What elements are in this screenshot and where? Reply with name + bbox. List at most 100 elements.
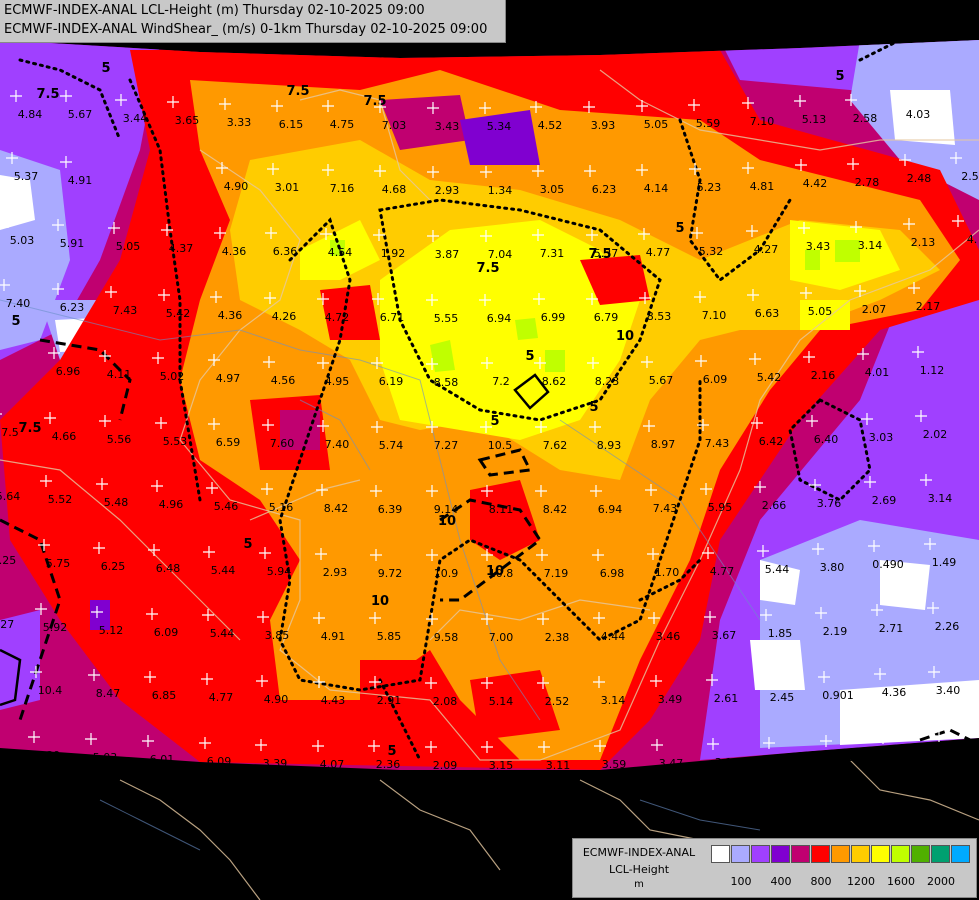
station-value-label: 4.72 <box>325 311 350 324</box>
station-value-label: 3.80 <box>820 561 845 574</box>
station-value-label: 7.2 <box>492 375 510 388</box>
station-value-label: 0.490 <box>872 558 904 571</box>
station-value-label: 5.14 <box>489 695 514 708</box>
station-value-label: 7.10 <box>702 309 727 322</box>
legend-tick-label: 1600 <box>887 875 915 888</box>
station-value-label: 10.5 <box>488 439 513 452</box>
station-value-label: 6.09 <box>207 755 232 768</box>
station-value-label: 4. <box>967 233 978 246</box>
station-value-label: 4.91 <box>321 630 346 643</box>
station-value-label: 5.34 <box>487 120 512 133</box>
station-value-label: 6.59 <box>216 436 241 449</box>
station-value-label: 8.93 <box>597 439 622 452</box>
legend-model: ECMWF-INDEX-ANAL <box>582 846 696 859</box>
station-value-label: 2.38 <box>545 631 570 644</box>
station-value-label: 2.02 <box>923 428 948 441</box>
station-value-label: 3.03 <box>869 431 894 444</box>
title-windshear: ECMWF-INDEX-ANAL WindShear_ (m/s) 0-1km … <box>4 22 488 37</box>
station-value-label: 2.49 <box>885 750 910 763</box>
station-value-label: 3.43 <box>435 120 460 133</box>
station-value-label: 5.03 <box>93 751 118 764</box>
station-value-label: 2.26 <box>935 620 960 633</box>
station-value-label: 3.67 <box>712 629 737 642</box>
station-value-label: 6.85 <box>152 689 177 702</box>
station-value-label: 4.42 <box>803 177 828 190</box>
station-value-label: 5.48 <box>104 496 129 509</box>
station-value-label: 9.58 <box>434 631 459 644</box>
station-value-label: 5.05 <box>644 118 669 131</box>
station-value-label: 1.85 <box>768 627 793 640</box>
station-value-label: 3.59 <box>602 758 627 771</box>
station-value-label: 3.11 <box>546 759 571 772</box>
contour-value-label: 5 <box>589 400 598 415</box>
station-value-label: 10.4 <box>38 684 63 697</box>
station-value-label: 4.43 <box>321 694 346 707</box>
station-value-label: 7.10 <box>750 115 775 128</box>
station-value-label: 7.16 <box>330 182 355 195</box>
legend-swatch-8 <box>871 845 890 863</box>
station-value-label: 4.77 <box>646 246 671 259</box>
legend-swatch-5 <box>811 845 830 863</box>
station-value-label: 6.71 <box>380 311 405 324</box>
station-value-label: 5.95 <box>708 501 733 514</box>
station-value-label: 3.43 <box>806 240 831 253</box>
station-value-label: 10.8 <box>489 567 514 580</box>
station-value-label: 4.52 <box>538 119 563 132</box>
legend-swatches <box>711 845 971 863</box>
station-value-label: 5.53 <box>163 435 188 448</box>
station-value-label: 4.68 <box>382 183 407 196</box>
station-value-label: 6.40 <box>814 433 839 446</box>
legend-unit: m <box>634 879 644 890</box>
contour-value-label: 10 <box>371 594 389 609</box>
legend-tick-label: 1200 <box>847 875 875 888</box>
station-value-label: 3.01 <box>275 181 300 194</box>
station-value-label: 4.01 <box>865 366 890 379</box>
legend-swatch-10 <box>911 845 930 863</box>
station-value-label: 6.63 <box>755 307 780 320</box>
station-value-label: 2.58 <box>853 112 878 125</box>
contour-value-label: 5 <box>675 221 684 236</box>
legend-swatch-3 <box>771 845 790 863</box>
station-value-label: 8.47 <box>96 687 121 700</box>
station-value-label: 2.52 <box>545 695 570 708</box>
station-value-label: 3.14 <box>928 492 953 505</box>
station-value-label: 6.25 <box>101 560 126 573</box>
station-value-label: 2.71 <box>879 622 904 635</box>
station-value-label: 3.44 <box>123 112 148 125</box>
contour-value-label: 5 <box>11 314 20 329</box>
contour-value-label: 5 <box>387 744 396 759</box>
contour-value-label: 5 <box>525 349 534 364</box>
station-value-label: 3.49 <box>658 693 683 706</box>
legend-swatch-11 <box>931 845 950 863</box>
station-value-label: 6.94 <box>598 503 623 516</box>
station-value-label: 8.58 <box>434 376 459 389</box>
station-value-label: 2.45 <box>770 691 795 704</box>
station-value-label: 2.66 <box>762 499 787 512</box>
station-value-label: 5.44 <box>211 564 236 577</box>
station-value-label: 4.66 <box>52 430 77 443</box>
station-value-label: 6.19 <box>379 375 404 388</box>
station-value-label: 2.61 <box>714 692 739 705</box>
station-value-label: 5.75 <box>46 557 71 570</box>
station-value-label: 2.78 <box>855 176 880 189</box>
station-value-label: 2.93 <box>323 566 348 579</box>
station-value-label: 5.46 <box>214 500 239 513</box>
station-value-label: 6.79 <box>594 311 619 324</box>
station-value-label: 8.42 <box>324 502 349 515</box>
station-value-label: 5.12 <box>99 624 124 637</box>
station-value-label: 4.14 <box>644 182 669 195</box>
station-value-label: 5.44 <box>765 563 790 576</box>
station-value-label: 5.42 <box>166 307 191 320</box>
station-value-label: 2.36 <box>376 758 401 771</box>
legend-swatch-4 <box>791 845 810 863</box>
station-value-label: 6.01 <box>150 753 175 766</box>
contour-value-label: 10 <box>616 329 634 344</box>
station-value-label: 10.9 <box>434 567 459 580</box>
station-value-label: 5.37 <box>14 170 39 183</box>
legend-swatch-9 <box>891 845 910 863</box>
station-value-label: 3.33 <box>227 116 252 129</box>
station-value-label: 6.23 <box>592 183 617 196</box>
station-value-label: 1.70 <box>655 566 680 579</box>
station-value-label: 5.13 <box>802 113 827 126</box>
station-value-label: 4.03 <box>906 108 931 121</box>
